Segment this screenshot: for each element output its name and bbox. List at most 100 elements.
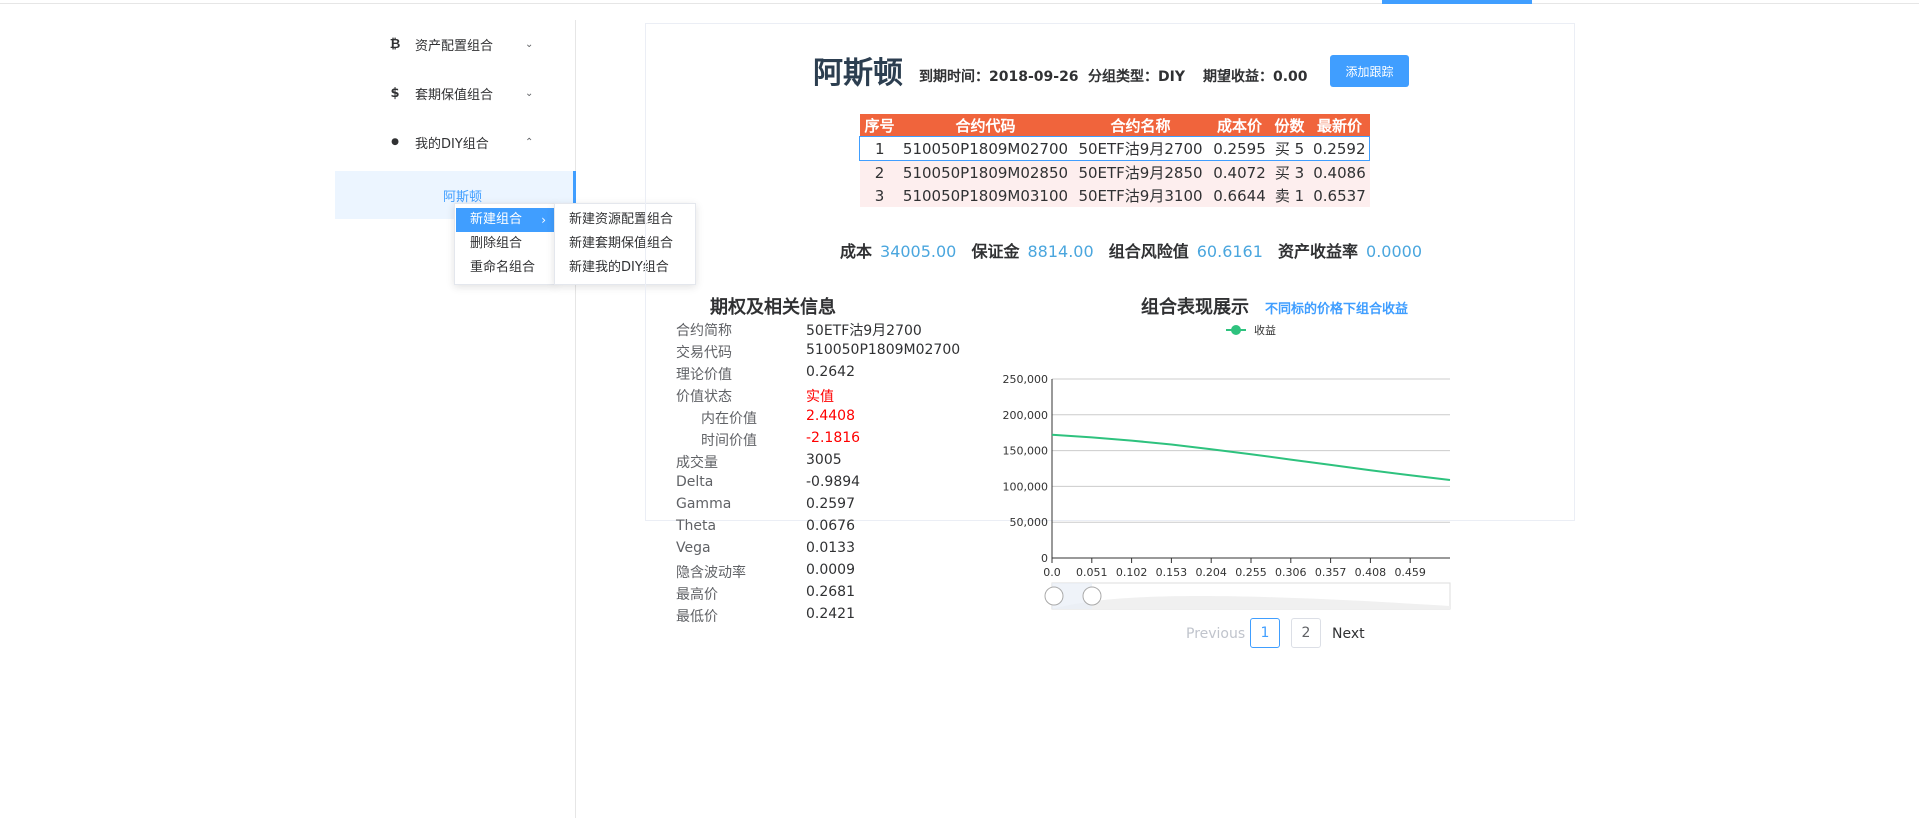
context-menu-delete-group[interactable]: 删除组合 (456, 232, 554, 256)
sidebar-item-hedging[interactable]: $ 套期保值组合 ⌄ (335, 69, 575, 117)
legend-label: 收益 (1254, 323, 1276, 337)
chart-subtitle-link[interactable]: 不同标的价格下组合收益 (1265, 298, 1408, 317)
table-cell: 买 3 (1269, 160, 1310, 184)
expiry-label: 到期时间： (919, 69, 989, 85)
expected-return-value: 0.00 (1273, 69, 1308, 85)
chart-title: 组合表现展示 (1141, 297, 1249, 318)
table-cell: 卖 1 (1269, 184, 1310, 207)
info-value: 实值 (806, 389, 834, 405)
table-cell: 0.4072 (1209, 160, 1270, 184)
table-cell: 510050P1809M03100 (899, 184, 1072, 207)
add-tracking-button[interactable]: 添加跟踪 (1330, 55, 1409, 87)
info-row: Theta 0.0676 (676, 518, 976, 540)
group-type-value: DIY (1158, 69, 1185, 85)
pagination-page-2[interactable]: 2 (1291, 618, 1321, 648)
context-menu-label: 新建组合 (470, 212, 523, 227)
table-cell: 50ETF沽9月2850 (1071, 160, 1210, 184)
x-tick-label: 0.255 (1235, 566, 1267, 579)
info-value: 2.4408 (806, 408, 855, 424)
sidebar-item-asset-allocation[interactable]: ₿ 资产配置组合 ⌄ (335, 20, 575, 68)
info-row: 最高价 0.2681 (676, 584, 976, 606)
x-tick-label: 0.102 (1116, 566, 1148, 579)
info-label: 最低价 (676, 609, 718, 625)
info-row: 交易代码 510050P1809M02700 (676, 342, 976, 364)
info-label: 交易代码 (676, 345, 732, 361)
roi-label: 资产收益率 (1278, 242, 1359, 261)
info-value: 510050P1809M02700 (806, 342, 961, 358)
info-row: Delta -0.9894 (676, 474, 976, 496)
location-pin-icon: ● (391, 137, 399, 147)
info-row: Vega 0.0133 (676, 540, 976, 562)
chevron-down-icon: ⌄ (525, 87, 534, 99)
info-label: Vega (676, 540, 711, 556)
info-label: 成交量 (676, 455, 718, 471)
info-value: -0.9894 (806, 474, 861, 490)
table-cell: 50ETF沽9月3100 (1071, 184, 1210, 207)
info-label: Theta (676, 518, 717, 534)
table-cell: 0.6644 (1209, 184, 1270, 207)
table-cell: 510050P1809M02850 (899, 160, 1072, 184)
table-header-qty: 份数 (1269, 114, 1310, 137)
table-row[interactable]: 3 510050P1809M03100 50ETF沽9月3100 0.6644 … (859, 184, 1370, 207)
info-value: 0.2642 (806, 364, 855, 380)
info-value: 0.0676 (806, 518, 855, 534)
info-label: 隐含波动率 (676, 565, 746, 581)
zoom-handle-left[interactable] (1044, 586, 1064, 606)
cost-value: 34005.00 (880, 242, 957, 261)
margin-label: 保证金 (971, 242, 1020, 261)
info-label: 价值状态 (676, 389, 732, 405)
x-tick-label: 0.204 (1195, 566, 1227, 579)
expected-return-label: 期望收益： (1203, 69, 1273, 85)
sidebar-item-my-diy[interactable]: ● 我的DIY组合 ⌃ (335, 118, 575, 166)
info-row: 理论价值 0.2642 (676, 364, 976, 386)
table-cell: 0.4086 (1309, 160, 1370, 184)
page-scrollbar[interactable] (1911, 0, 1919, 665)
table-cell: 510050P1809M02700 (899, 136, 1072, 161)
context-menu-new-group[interactable]: 新建组合 › (456, 208, 554, 232)
x-tick-label: 0.153 (1156, 566, 1188, 579)
y-tick-label: 250,000 (1003, 373, 1049, 386)
table-header-cost: 成本价 (1209, 114, 1270, 137)
context-menu: 新建组合 › 删除组合 重命名组合 (454, 203, 556, 285)
x-tick-label: 0.408 (1355, 566, 1387, 579)
table-cell: 50ETF沽9月2700 (1071, 136, 1210, 161)
context-menu-rename-group[interactable]: 重命名组合 (456, 256, 554, 280)
table-cell: 0.2592 (1309, 136, 1370, 161)
bitcoin-icon: ₿ (389, 37, 401, 52)
positions-table: 序号 合约代码 合约名称 成本价 份数 最新价 1 510050P1809M02… (859, 114, 1370, 207)
series-line-profit (1051, 433, 1451, 481)
info-value: 0.0009 (806, 562, 855, 578)
zoom-handle-right[interactable] (1082, 586, 1102, 606)
info-label: 合约简称 (676, 323, 732, 339)
info-label: Delta (676, 474, 714, 490)
sidebar: ₿ 资产配置组合 ⌄ $ 套期保值组合 ⌄ ● 我的DIY组合 ⌃ 阿斯顿 (335, 20, 576, 818)
group-type-info: 分组类型：DIY (1088, 66, 1185, 86)
table-row[interactable]: 2 510050P1809M02850 50ETF沽9月2850 0.4072 … (859, 160, 1370, 184)
info-row: 隐含波动率 0.0009 (676, 562, 976, 584)
table-cell: 0.2595 (1209, 136, 1270, 161)
info-label: 内在价值 (701, 411, 757, 427)
info-label: Gamma (676, 496, 732, 512)
pagination-previous[interactable]: Previous (1186, 626, 1245, 642)
table-row[interactable]: 1 510050P1809M02700 50ETF沽9月2700 0.2595 … (859, 136, 1370, 161)
margin-value: 8814.00 (1027, 242, 1094, 261)
sidebar-item-label: 资产配置组合 (415, 38, 494, 54)
table-cell: 0.6537 (1309, 184, 1370, 207)
x-tick-label: 0.459 (1394, 566, 1426, 579)
pagination-page-1[interactable]: 1 (1250, 618, 1280, 648)
table-cell: 3 (859, 184, 900, 207)
portfolio-header: 阿斯顿 到期时间：2018-09-26 分组类型：DIY 期望收益：0.00 添… (813, 48, 1433, 92)
info-row: 合约简称 50ETF沽9月2700 (676, 320, 976, 342)
table-header-name: 合约名称 (1071, 114, 1210, 137)
table-cell: 买 5 (1269, 136, 1310, 161)
group-type-label: 分组类型： (1088, 69, 1158, 85)
pagination-next[interactable]: Next (1332, 626, 1365, 642)
legend-marker (1231, 325, 1241, 335)
roi-value: 0.0000 (1366, 242, 1423, 261)
y-tick-label: 100,000 (1003, 480, 1049, 493)
info-row: 内在价值 2.4408 (676, 408, 976, 430)
x-tick-label: 0.051 (1076, 566, 1108, 579)
expiry-value: 2018-09-26 (989, 69, 1079, 85)
portfolio-summary: 成本 34005.00 保证金 8814.00 组合风险值 60.6161 资产收益率… (840, 238, 1432, 262)
x-tick-label: 0.0 (1043, 566, 1061, 579)
